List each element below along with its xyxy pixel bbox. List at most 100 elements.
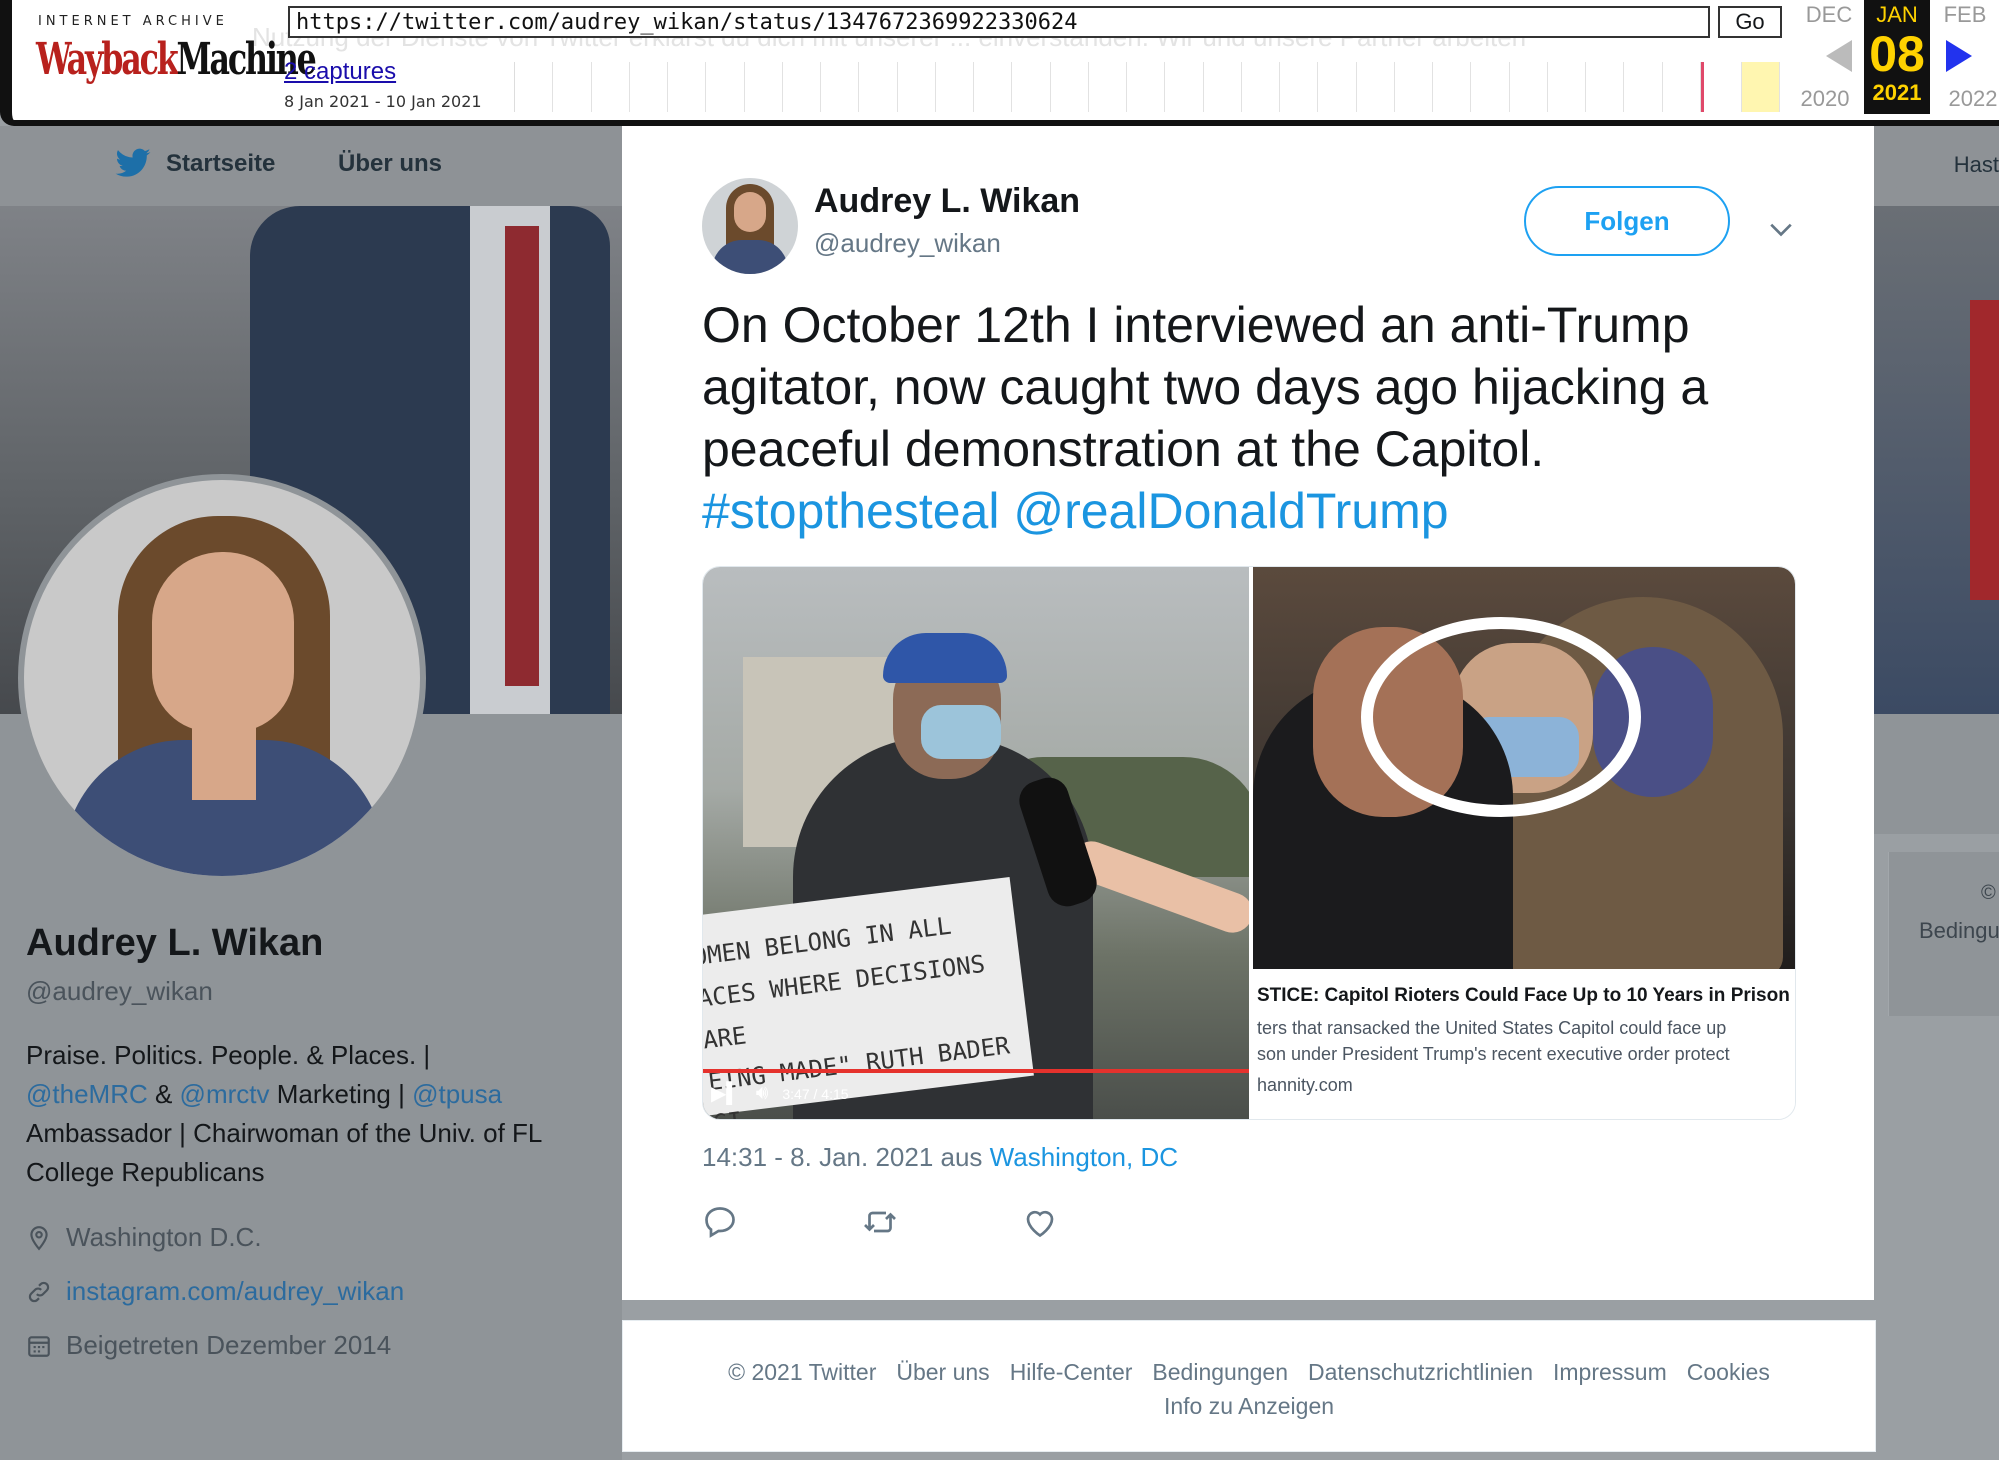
sparkline-cell (745, 62, 783, 112)
wayback-logo-caption: INTERNET ARCHIVE (38, 14, 228, 29)
tweet-author-handle[interactable]: @audrey_wikan (814, 228, 1001, 259)
profile-avatar[interactable] (18, 474, 426, 882)
capture-sparkline[interactable] (514, 62, 1781, 112)
current-day: 08 (1869, 26, 1925, 82)
profile-location: Washington D.C. (26, 1222, 262, 1253)
next-month-label: FEB (1943, 2, 1987, 27)
sparkline-cell (783, 62, 821, 112)
bio-mention-mrc[interactable]: @theMRC (26, 1079, 148, 1109)
card-domain: hannity.com (1257, 1075, 1353, 1095)
link-icon (28, 1281, 50, 1302)
sparkline-cell (1051, 62, 1089, 112)
nav-hashtag-partial[interactable]: Hast (1954, 152, 1999, 178)
location-text: Washington D.C. (66, 1222, 262, 1252)
sparkline-cell (821, 62, 860, 112)
play-icon[interactable]: ▶▍ (711, 1081, 742, 1106)
bio-mention-mrctv[interactable]: @mrctv (180, 1079, 270, 1109)
avatar-neck (192, 720, 256, 800)
tweet-author-name[interactable]: Audrey L. Wikan (814, 182, 1080, 221)
sparkline-cell (1280, 62, 1319, 112)
sparkline-cell (1624, 62, 1663, 112)
current-month: JAN (1876, 2, 1918, 27)
sparkline-cell (1165, 62, 1204, 112)
right-terms-partial[interactable]: Bedingu (1919, 918, 1999, 944)
captures-link[interactable]: 2 captures (284, 58, 396, 86)
sparkline-cell (1433, 62, 1472, 112)
tweet-author-avatar[interactable] (702, 178, 798, 274)
volume-icon[interactable]: 🔊︎ (756, 1082, 769, 1105)
tweet-avatar-jacket (712, 240, 788, 274)
tweet-mention[interactable]: @realDonaldTrump (1013, 483, 1448, 539)
footer-links: © 2021 Twitter Über uns Hilfe-Center Beding… (623, 1355, 1875, 1423)
bio-mention-tpusa[interactable]: @tpusa (412, 1079, 502, 1109)
profile-joined: Beigetreten Dezember 2014 (26, 1330, 391, 1361)
card-title: STICE: Capitol Rioters Could Face Up to … (1257, 985, 1796, 1006)
capture-date-range: 8 Jan 2021 - 10 Jan 2021 (284, 92, 482, 111)
right-footer-box: © Bedingu (1888, 852, 1999, 1016)
wayback-logo-a: Wayback (36, 34, 179, 85)
tweet-modal: Audrey L. Wikan @audrey_wikan Folgen On … (622, 126, 1874, 1300)
prev-month-label: DEC (1805, 2, 1853, 27)
footer-about-link[interactable]: Über uns (896, 1359, 989, 1385)
tweet-hashtag[interactable]: #stopthesteal (702, 483, 999, 539)
footer-terms-link[interactable]: Bedingungen (1152, 1359, 1288, 1385)
right-copyright-partial: © (1981, 882, 1996, 904)
go-button[interactable]: Go (1718, 6, 1782, 38)
website-link[interactable]: instagram.com/audrey_wikan (66, 1276, 404, 1307)
sparkline-cell (1663, 62, 1701, 112)
footer-cookies-link[interactable]: Cookies (1687, 1359, 1770, 1385)
footer-help-link[interactable]: Hilfe-Center (1010, 1359, 1133, 1385)
heart-icon[interactable] (1022, 1204, 1058, 1240)
location-pin-icon (30, 1225, 48, 1250)
bio-text-2: Ambassador | Chairwoman of the Univ. of … (26, 1118, 542, 1187)
nav-home-link[interactable]: Startseite (166, 150, 275, 178)
link-card[interactable]: STICE: Capitol Rioters Could Face Up to … (1251, 567, 1796, 1119)
joined-text: Beigetreten Dezember 2014 (66, 1330, 392, 1360)
timestamp-text[interactable]: 14:31 - 8. Jan. 2021 aus (702, 1142, 990, 1172)
page-footer: © 2021 Twitter Über uns Hilfe-Center Beding… (622, 1320, 1876, 1452)
tweet-body: On October 12th I interviewed an anti-Tr… (702, 297, 1709, 477)
card-image-circle (1361, 617, 1641, 817)
chevron-down-icon[interactable] (1768, 216, 1794, 242)
sparkline-cell (592, 62, 630, 112)
wayback-logo[interactable]: WaybackMachine (36, 34, 317, 85)
banner-tie-shape (505, 226, 539, 686)
retweet-icon[interactable] (862, 1204, 898, 1240)
footer-privacy-link[interactable]: Datenschutzrichtlinien (1308, 1359, 1533, 1385)
next-capture-arrow-icon[interactable] (1946, 40, 1972, 72)
sparkline-cell (859, 62, 898, 112)
tweet-video[interactable]: OMEN BELONG IN ALL ACES WHERE DECISIONS … (703, 567, 1249, 1119)
prev-year-label: 2020 (1800, 86, 1850, 111)
sparkline-cell (1089, 62, 1127, 112)
sparkline-cell (1395, 62, 1433, 112)
sparkline-cell (1471, 62, 1510, 112)
bio-text-mid: Marketing | (269, 1079, 413, 1109)
sparkline-cell (630, 62, 668, 112)
tweet-timestamp: 14:31 - 8. Jan. 2021 aus Washington, DC (702, 1142, 1178, 1173)
video-time: 3:47 / 4:15 (782, 1085, 849, 1102)
card-image (1253, 567, 1795, 969)
profile-website: instagram.com/audrey_wikan (26, 1276, 404, 1307)
follow-button[interactable]: Folgen (1524, 186, 1730, 256)
prev-capture-arrow-icon[interactable] (1826, 40, 1852, 72)
bio-amp: & (147, 1079, 180, 1109)
right-column-bg (1874, 714, 1999, 834)
tweet-actions (702, 1204, 1058, 1240)
wayback-toolbar: Nutzung der Dienste von Twitter erklärst… (0, 0, 1999, 126)
twitter-bird-icon[interactable] (114, 148, 152, 180)
tweet-media: OMEN BELONG IN ALL ACES WHERE DECISIONS … (702, 566, 1796, 1120)
nav-about-link[interactable]: Über uns (338, 150, 442, 178)
sparkline-current-month (1742, 62, 1781, 112)
sparkline-cell (1548, 62, 1586, 112)
sparkline-cell (936, 62, 974, 112)
footer-ads-link[interactable]: Info zu Anzeigen (1164, 1393, 1334, 1419)
sparkline-cell (1318, 62, 1357, 112)
video-progress-bar[interactable] (703, 1069, 1249, 1073)
wayback-url-input[interactable] (288, 6, 1710, 38)
video-person-cap (883, 633, 1007, 683)
tweet-place-link[interactable]: Washington, DC (990, 1142, 1178, 1172)
footer-imprint-link[interactable]: Impressum (1553, 1359, 1667, 1385)
sparkline-cell (1242, 62, 1280, 112)
reply-icon[interactable] (702, 1204, 738, 1240)
tweet-avatar-face (734, 192, 766, 232)
